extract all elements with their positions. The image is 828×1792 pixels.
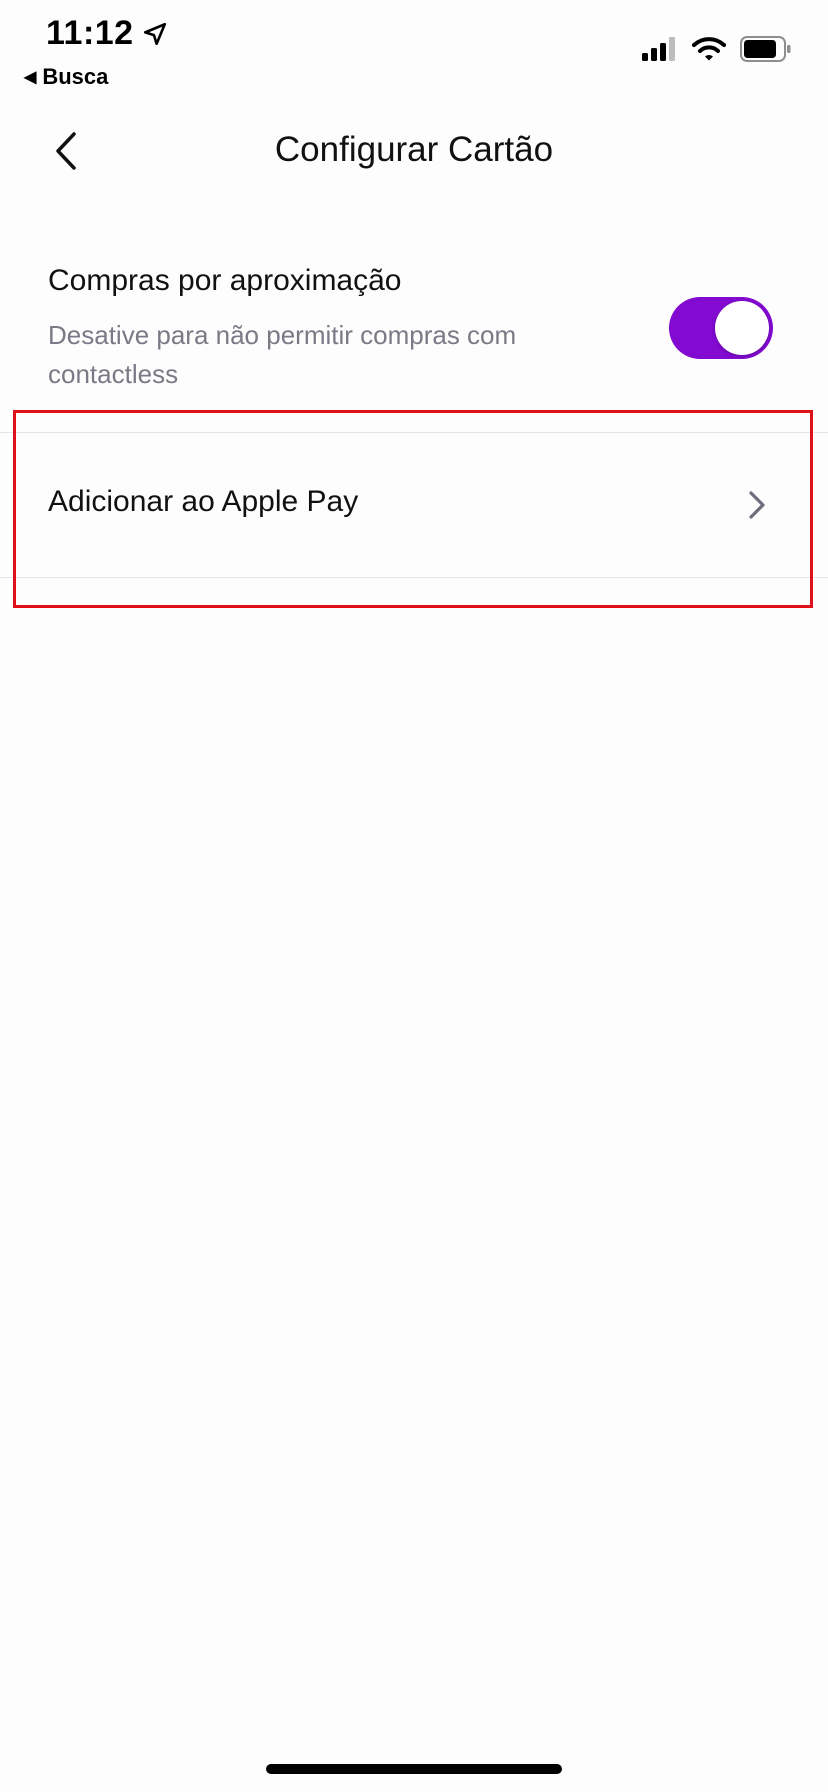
- divider-bottom: [0, 577, 828, 578]
- location-arrow-icon: [143, 22, 166, 45]
- status-indicators: [642, 36, 792, 62]
- add-to-apple-pay-row[interactable]: Adicionar ao Apple Pay: [0, 433, 828, 577]
- cellular-signal-icon: [642, 37, 675, 61]
- status-bar: 11:12 ◀ Busca: [0, 0, 828, 100]
- page-title-text: Configurar Cartão: [274, 130, 554, 169]
- wifi-icon: [692, 37, 726, 61]
- back-to-app-button[interactable]: ◀ Busca: [24, 64, 108, 90]
- contactless-toggle[interactable]: [669, 297, 773, 359]
- contactless-description: Desative para não permitir compras com c…: [48, 320, 517, 389]
- page-title: Configurar Cartão: [0, 130, 828, 170]
- status-time: 11:12: [46, 14, 168, 53]
- status-time-text: 11:12: [46, 14, 134, 52]
- contactless-title: Compras por aproximação: [48, 264, 402, 297]
- add-to-apple-pay-label: Adicionar ao Apple Pay: [48, 485, 359, 518]
- back-triangle-icon: ◀: [24, 69, 37, 86]
- toggle-knob: [715, 301, 769, 355]
- home-indicator: [266, 1764, 562, 1774]
- battery-icon: [740, 36, 791, 62]
- contactless-setting: Compras por aproximação Desative para nã…: [0, 250, 828, 430]
- chevron-right-icon: [749, 491, 765, 519]
- back-to-app-label: Busca: [42, 64, 109, 89]
